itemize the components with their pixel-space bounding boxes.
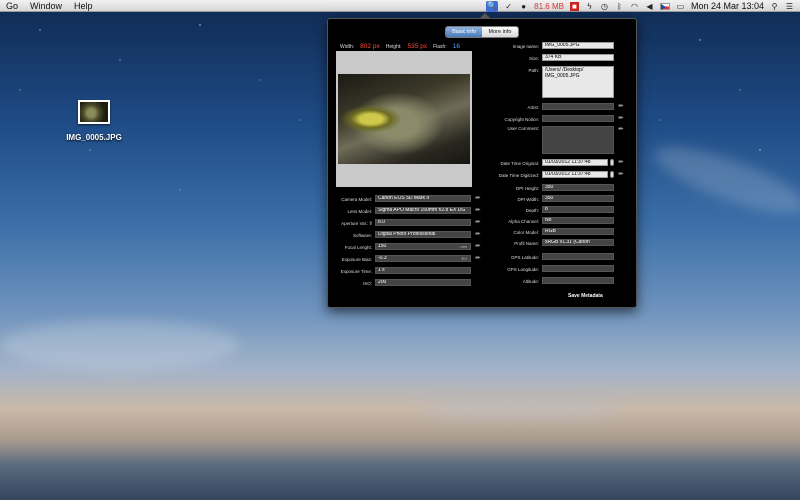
edit-date-original-icon[interactable]: ✎ <box>618 158 626 166</box>
copyright-label: Copyright Notice: <box>504 117 539 122</box>
image-prop-label: Color Model: <box>513 230 539 235</box>
tab-more-info[interactable]: More info <box>482 27 518 37</box>
bolt-icon[interactable]: ϟ <box>585 2 594 11</box>
save-metadata-button[interactable]: Save Metadata <box>568 293 603 299</box>
app-red-icon[interactable]: ■ <box>569 1 579 11</box>
edit-copyright-icon[interactable]: ✎ <box>618 114 626 122</box>
edit-artist-icon[interactable]: ✎ <box>618 102 626 110</box>
time-machine-icon[interactable]: ◷ <box>600 2 609 11</box>
wifi-icon[interactable]: ◠ <box>630 2 639 11</box>
date-time-digitized-stepper[interactable] <box>610 171 614 178</box>
bluetooth-icon[interactable]: ᛒ <box>615 2 624 11</box>
user-comment-label: User Comment: <box>507 126 539 131</box>
battery-icon[interactable]: ▭ <box>676 2 685 11</box>
photo-info-menu-icon[interactable]: 🔍 <box>486 0 499 12</box>
user-comment-field[interactable] <box>542 126 614 154</box>
image-prop-label: Alpha Channel: <box>508 219 539 224</box>
tab-basic-info[interactable]: Basic info <box>446 27 482 37</box>
edit-date-digitized-icon[interactable]: ✎ <box>618 170 626 178</box>
image-prop-label: Depth: <box>525 208 539 213</box>
gps-value[interactable] <box>542 265 614 272</box>
menu-window[interactable]: Window <box>24 1 68 11</box>
path-line-2: IMG_0005.JPG <box>545 73 580 79</box>
path-field[interactable]: /Users/ /Desktop/ IMG_0005.JPG <box>542 66 614 98</box>
image-prop-value[interactable]: RGB <box>542 228 614 235</box>
panel-tabs: Basic info More info <box>445 26 519 38</box>
image-prop-value[interactable]: 350 <box>542 184 614 191</box>
menu-bar: Go Window Help 🔍 ✓ ● 81.6 MB ■ ϟ ◷ ᛒ ◠ ◀… <box>0 0 800 12</box>
check-icon[interactable]: ✓ <box>504 2 513 11</box>
volume-icon[interactable]: ◀ <box>645 2 654 11</box>
image-prop-value[interactable]: No <box>542 217 614 224</box>
input-source-flag-icon[interactable] <box>659 2 670 10</box>
image-thumbnail-icon <box>78 100 110 124</box>
desktop-file-icon[interactable]: IMG_0005.JPG <box>63 100 125 142</box>
image-prop-label: DPI Width: <box>517 197 539 202</box>
gps-value[interactable] <box>542 253 614 260</box>
menu-go[interactable]: Go <box>0 1 24 11</box>
spotlight-icon[interactable]: ⚲ <box>770 2 779 11</box>
photo-info-panel: Basic info More info Width: 802 px Heigh… <box>327 13 637 308</box>
edit-comment-icon[interactable]: ✎ <box>618 125 626 133</box>
size-label: Size: <box>528 56 539 61</box>
date-time-digitized-field[interactable]: 01/03/2012 11:37:48 <box>542 171 608 178</box>
notification-list-icon[interactable]: ☰ <box>785 2 794 11</box>
image-prop-value[interactable]: 350 <box>542 195 614 202</box>
artist-field[interactable] <box>542 103 614 110</box>
date-time-original-field[interactable]: 01/03/2012 11:37:48 <box>542 159 608 166</box>
gps-label: GPS Latitude: <box>510 255 539 260</box>
date-time-digitized-label: Date Time Digitized: <box>498 173 539 178</box>
user-icon[interactable]: ● <box>519 2 528 11</box>
date-time-original-label: Date Time Original: <box>500 161 539 166</box>
size-field[interactable]: 374 KB <box>542 54 614 61</box>
memory-status[interactable]: 81.6 MB <box>534 2 564 11</box>
desktop-file-label: IMG_0005.JPG <box>66 133 122 142</box>
image-name-label: Image name: <box>512 44 539 49</box>
menu-clock[interactable]: Mon 24 Mar 13:04 <box>691 1 764 11</box>
artist-label: Artist: <box>527 105 539 110</box>
gps-label: GPS Longitude: <box>507 267 539 272</box>
image-prop-value[interactable]: sRGB v1.31 (Canon <box>542 239 614 246</box>
image-prop-value[interactable]: 8 <box>542 206 614 213</box>
date-time-original-stepper[interactable] <box>610 159 614 166</box>
copyright-field[interactable] <box>542 115 614 122</box>
path-label: Path: <box>528 68 539 73</box>
image-prop-label: Profil Name: <box>514 241 539 246</box>
menu-help[interactable]: Help <box>68 1 99 11</box>
image-name-field[interactable]: IMG_0005.JPG <box>542 42 614 49</box>
image-prop-label: DPI Height: <box>515 186 539 191</box>
gps-value[interactable] <box>542 277 614 284</box>
gps-label: Altitude: <box>522 279 539 284</box>
